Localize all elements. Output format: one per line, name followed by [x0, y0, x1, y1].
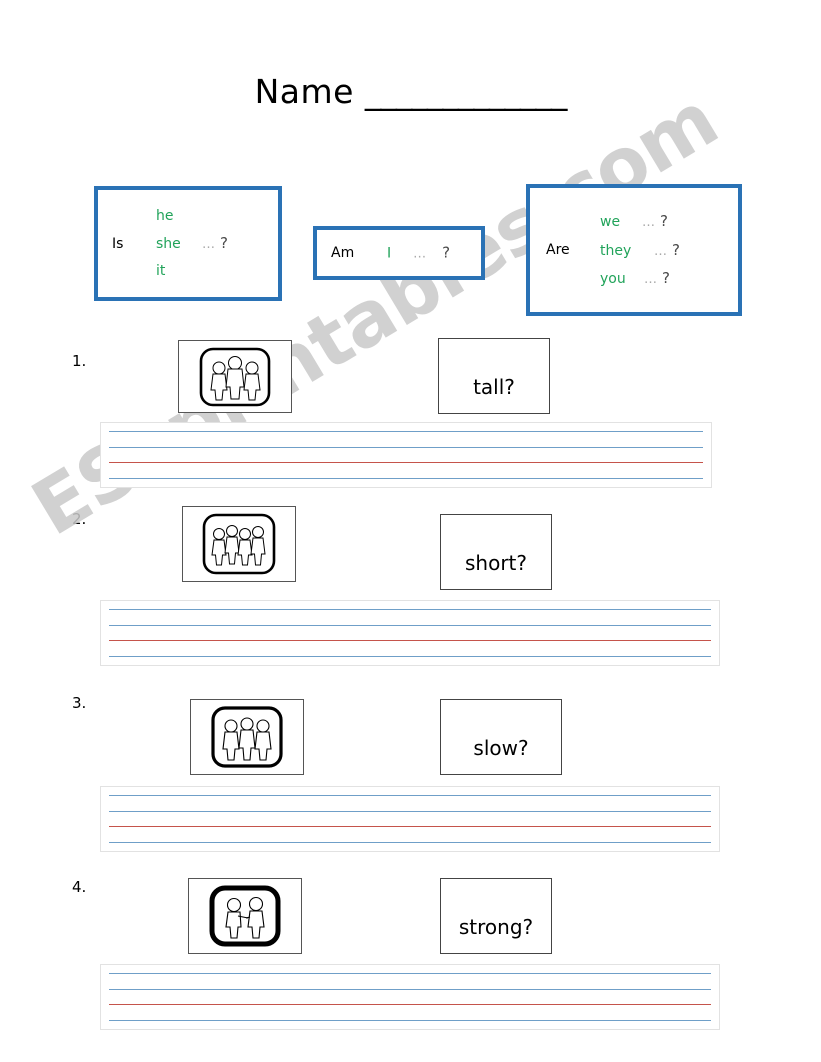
- writing-lines-3: [100, 786, 720, 852]
- picture-box-1: [178, 340, 292, 413]
- word-box-2: short?: [440, 514, 552, 590]
- word-label-4: strong?: [458, 915, 534, 939]
- pronoun-row: we … ?: [600, 207, 680, 236]
- writing-lines-2: [100, 600, 720, 666]
- pronoun-row: you … ?: [600, 264, 680, 293]
- question-mark: ?: [442, 243, 451, 262]
- pronoun-i: I: [387, 245, 392, 262]
- grammar-box-is: Is he she … ? it: [94, 186, 282, 301]
- writing-line-baseline: [109, 1004, 711, 1005]
- verb-am: Am: [331, 245, 355, 261]
- ellipsis: …: [413, 246, 427, 262]
- question-mark: ?: [660, 211, 668, 230]
- question-number-3: 3.: [72, 694, 87, 712]
- grammar-box-are: Are we … ? they … ? you … ?: [526, 184, 742, 316]
- verb-is: Is: [112, 235, 124, 252]
- pronoun-they: they: [600, 242, 632, 259]
- writing-line: [109, 625, 711, 626]
- two-children-shaking-hands-icon: [209, 885, 281, 947]
- three-children-group-icon: [211, 706, 283, 768]
- word-label-2: short?: [464, 551, 527, 575]
- name-label: Name: [254, 72, 354, 111]
- name-blank-line: _____________: [364, 72, 567, 111]
- three-children-standing-icon: [199, 347, 271, 406]
- writing-lines-4: [100, 964, 720, 1030]
- writing-lines-1: [100, 422, 712, 488]
- word-box-4: strong?: [440, 878, 552, 954]
- pronoun-row: it: [156, 258, 228, 285]
- picture-box-3: [190, 699, 304, 775]
- question-number-1: 1.: [72, 352, 87, 370]
- pronoun-row: they … ?: [600, 236, 680, 265]
- ellipsis: …: [654, 243, 667, 259]
- verb-are: Are: [546, 242, 570, 258]
- writing-line-baseline: [109, 826, 711, 827]
- pronoun-row: she … ?: [156, 229, 228, 258]
- picture-box-4: [188, 878, 302, 954]
- grammar-box-am: Am I … ?: [313, 226, 485, 280]
- question-number-4: 4.: [72, 878, 87, 896]
- question-number-2: 2.: [72, 510, 87, 528]
- pronoun-list-am: I … ?: [387, 239, 450, 268]
- pronoun-you: you: [600, 271, 626, 288]
- word-box-1: tall?: [438, 338, 550, 414]
- question-mark: ?: [672, 240, 680, 259]
- pronoun-list-is: he she … ? it: [156, 203, 228, 285]
- pronoun-row: I … ?: [387, 239, 450, 268]
- four-children-standing-icon: [202, 513, 276, 575]
- writing-line-baseline: [109, 462, 703, 463]
- question-mark: ?: [662, 269, 670, 288]
- question-mark: ?: [220, 234, 228, 253]
- writing-line: [109, 431, 703, 432]
- ellipsis: …: [644, 272, 657, 288]
- writing-line: [109, 609, 711, 610]
- word-box-3: slow?: [440, 699, 562, 775]
- pronoun-it: it: [156, 262, 166, 279]
- ellipsis: …: [202, 237, 215, 253]
- word-label-1: tall?: [473, 375, 515, 399]
- page-title: Name _____________: [0, 72, 821, 111]
- pronoun-she: she: [156, 236, 181, 253]
- pronoun-list-are: we … ? they … ? you … ?: [600, 207, 680, 293]
- pronoun-he: he: [156, 207, 174, 224]
- ellipsis: …: [642, 214, 655, 230]
- pronoun-row: he: [156, 203, 228, 230]
- writing-line-baseline: [109, 640, 711, 641]
- writing-line: [109, 795, 711, 796]
- writing-line: [109, 447, 703, 448]
- writing-line: [109, 1020, 711, 1021]
- writing-line: [109, 811, 711, 812]
- writing-line: [109, 656, 711, 657]
- writing-line: [109, 973, 711, 974]
- writing-line: [109, 989, 711, 990]
- writing-line: [109, 478, 703, 479]
- pronoun-we: we: [600, 213, 621, 230]
- word-label-3: slow?: [473, 736, 529, 760]
- writing-line: [109, 842, 711, 843]
- picture-box-2: [182, 506, 296, 582]
- worksheet-page: ESLprintables.com Name _____________ Is …: [0, 0, 821, 1062]
